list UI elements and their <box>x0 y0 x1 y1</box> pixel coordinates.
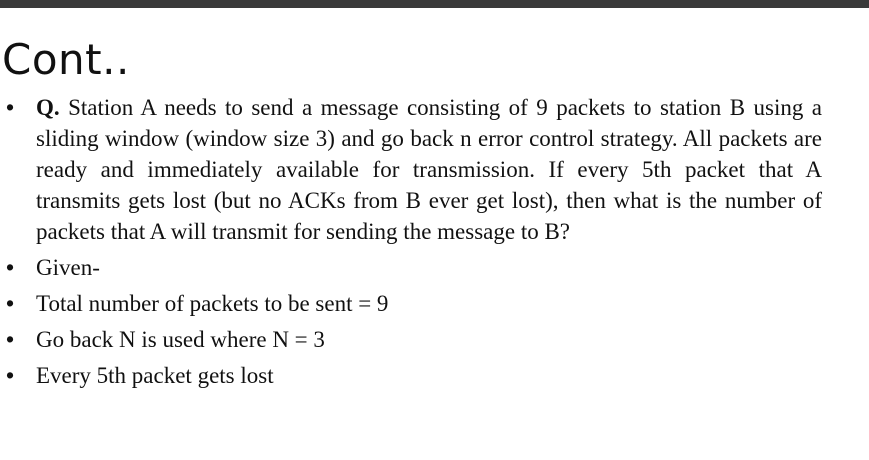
question-label: Q. <box>36 95 60 120</box>
bullet-text: Given- <box>36 255 100 280</box>
bullet-icon: • <box>6 94 15 120</box>
bullet-text: Go back N is used where N = 3 <box>36 327 325 352</box>
bullet-icon: • <box>6 326 15 352</box>
bullet-icon: • <box>6 362 15 388</box>
bullet-text: Total number of packets to be sent = 9 <box>36 291 389 316</box>
bullet-icon: • <box>6 290 15 316</box>
bullet-given: • Given- <box>0 252 822 283</box>
bullet-total-packets: • Total number of packets to be sent = 9 <box>0 288 822 319</box>
bullet-icon: • <box>6 254 15 280</box>
bullet-text: Every 5th packet gets lost <box>36 363 274 388</box>
question-bullet: • Q. Station A needs to send a message c… <box>0 92 822 247</box>
slide-title: Cont.. <box>2 35 130 84</box>
bullet-packet-loss: • Every 5th packet gets lost <box>0 360 822 391</box>
bullet-go-back-n: • Go back N is used where N = 3 <box>0 324 822 355</box>
question-text: Station A needs to send a message consis… <box>36 95 823 244</box>
top-border-bar <box>0 0 869 8</box>
bullet-list: • Q. Station A needs to send a message c… <box>0 92 869 391</box>
